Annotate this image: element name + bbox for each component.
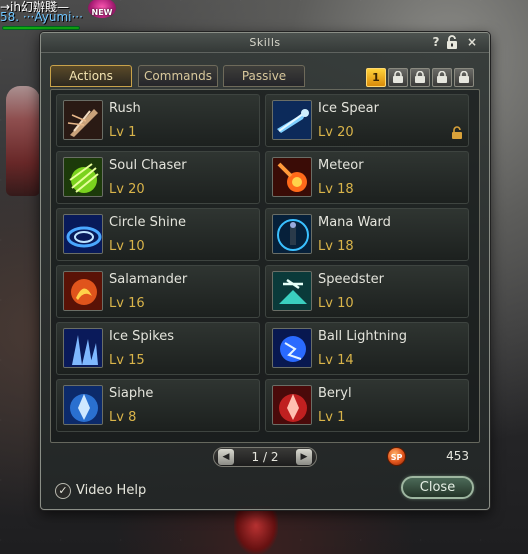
tab-passive[interactable]: Passive — [223, 65, 305, 87]
npc-character — [234, 506, 278, 554]
new-badge: NEW — [88, 0, 116, 18]
skill-level: Lv 10 — [109, 239, 145, 254]
ice-spikes-icon[interactable] — [63, 328, 103, 368]
skill-slot[interactable]: Beryl Lv 1 — [265, 379, 469, 432]
lock-icon — [393, 70, 403, 83]
unlocked-icon[interactable] — [451, 125, 463, 139]
rush-icon[interactable] — [63, 100, 103, 140]
skill-level: Lv 14 — [318, 353, 354, 368]
skill-slot[interactable]: Salamander Lv 16 — [56, 265, 260, 318]
skill-slot[interactable]: Speedster Lv 10 — [265, 265, 469, 318]
skill-name: Ice Spikes — [109, 329, 175, 344]
skill-name: Beryl — [318, 386, 352, 401]
skill-name: Ball Lightning — [318, 329, 408, 344]
skill-name: Circle Shine — [109, 215, 186, 230]
skill-level: Lv 18 — [318, 182, 354, 197]
skill-name: Ice Spear — [318, 101, 379, 116]
skill-slot[interactable]: Mana Ward Lv 18 — [265, 208, 469, 261]
skill-level: Lv 20 — [109, 182, 145, 197]
skill-level: Lv 15 — [109, 353, 145, 368]
lock-icon — [459, 70, 469, 83]
skill-points-value: 453 — [446, 449, 469, 463]
tab-commands[interactable]: Commands — [138, 65, 218, 87]
video-help-label: Video Help — [76, 483, 147, 498]
skill-name: Siaphe — [109, 386, 154, 401]
skill-slot[interactable]: Rush Lv 1 — [56, 94, 260, 147]
skill-slot[interactable]: Soul Chaser Lv 20 — [56, 151, 260, 204]
skills-window: Skills ? × Actions Commands Passive 1 Ru… — [40, 32, 490, 510]
skill-page-tab-locked[interactable] — [410, 68, 430, 87]
skill-level: Lv 16 — [109, 296, 145, 311]
skill-level: Lv 18 — [318, 239, 354, 254]
lock-icon[interactable] — [445, 35, 459, 50]
meteor-icon[interactable] — [272, 157, 312, 197]
skill-slot[interactable]: Ball Lightning Lv 14 — [265, 322, 469, 375]
skill-name: Salamander — [109, 272, 188, 287]
skill-level: Lv 8 — [109, 410, 137, 425]
lock-icon — [437, 70, 447, 83]
skill-grid: Rush Lv 1 Ice Spear Lv 20 Soul Chaser Lv 20 Me… — [50, 89, 480, 443]
skill-name: Meteor — [318, 158, 364, 173]
skill-page-tab-locked[interactable] — [432, 68, 452, 87]
lock-icon — [415, 70, 425, 83]
player-hp-bar — [2, 26, 80, 30]
mana-ward-icon[interactable] — [272, 214, 312, 254]
ball-lightning-icon[interactable] — [272, 328, 312, 368]
title-bar[interactable]: Skills ? × — [41, 33, 489, 53]
window-title: Skills — [249, 36, 281, 49]
skill-name: Mana Ward — [318, 215, 391, 230]
skill-slot[interactable]: Circle Shine Lv 10 — [56, 208, 260, 261]
salamander-icon[interactable] — [63, 271, 103, 311]
skill-page-tab-locked[interactable] — [454, 68, 474, 87]
skill-points-icon: SP — [387, 447, 406, 466]
next-page-button[interactable]: ▶ — [296, 449, 312, 465]
beryl-icon[interactable] — [272, 385, 312, 425]
tab-actions[interactable]: Actions — [50, 65, 132, 87]
video-help-checkbox[interactable]: ✓ — [55, 483, 71, 499]
skill-level: Lv 20 — [318, 125, 354, 140]
soul-chaser-icon[interactable] — [63, 157, 103, 197]
skill-page-tab-locked[interactable] — [388, 68, 408, 87]
speedster-icon[interactable] — [272, 271, 312, 311]
skill-name: Soul Chaser — [109, 158, 187, 173]
player-name: 58. ···Ayumi··· — [0, 10, 83, 24]
skill-slot[interactable]: Meteor Lv 18 — [265, 151, 469, 204]
skill-level: Lv 10 — [318, 296, 354, 311]
skill-slot[interactable]: Siaphe Lv 8 — [56, 379, 260, 432]
player-character — [6, 86, 40, 196]
skill-level: Lv 1 — [109, 125, 137, 140]
pagination: ◀ 1 / 2 ▶ — [213, 447, 317, 467]
page-indicator: 1 / 2 — [251, 450, 279, 464]
ice-spear-icon[interactable] — [272, 100, 312, 140]
prev-page-button[interactable]: ◀ — [218, 449, 234, 465]
skill-level: Lv 1 — [318, 410, 346, 425]
skill-page-tab-1[interactable]: 1 — [366, 68, 386, 87]
circle-shine-icon[interactable] — [63, 214, 103, 254]
help-button[interactable]: ? — [429, 35, 443, 50]
skill-slot[interactable]: Ice Spikes Lv 15 — [56, 322, 260, 375]
skill-name: Speedster — [318, 272, 384, 287]
close-icon[interactable]: × — [465, 35, 479, 50]
skill-slot[interactable]: Ice Spear Lv 20 — [265, 94, 469, 147]
siaphe-icon[interactable] — [63, 385, 103, 425]
skill-name: Rush — [109, 101, 141, 116]
close-button[interactable]: Close — [401, 476, 474, 499]
